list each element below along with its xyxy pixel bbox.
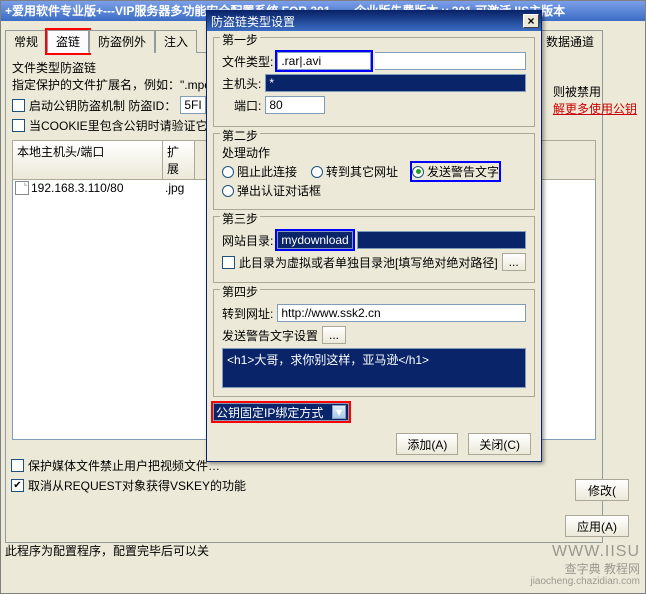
radio-popup[interactable]: 弹出认证对话框 — [222, 182, 321, 199]
chevron-down-icon: ▾ — [332, 405, 346, 419]
chk-media-label: 保护媒体文件禁止用户把视频文件… — [28, 457, 220, 474]
checkbox-icon — [11, 459, 24, 472]
port-input[interactable] — [265, 96, 325, 114]
row-host: 192.168.3.110/80 — [31, 181, 124, 195]
lbl-redirect: 转到网址: — [222, 305, 273, 322]
lbl-action: 处理动作 — [222, 144, 526, 161]
redirect-input[interactable] — [277, 304, 526, 322]
step3-label: 第三步 — [220, 210, 260, 227]
add-button[interactable]: 添加(A) — [396, 433, 458, 455]
tab-data[interactable]: 数据通道 — [537, 30, 603, 53]
step4-label: 第四步 — [220, 283, 260, 300]
dropdown-label: 公钥固定IP绑定方式 — [216, 404, 323, 421]
radio-block[interactable]: 阻止此连接 — [222, 163, 297, 180]
filetype-input[interactable] — [277, 52, 371, 70]
lbl-port: 端口: — [234, 97, 261, 114]
file-icon — [15, 181, 29, 195]
tab-exceptions[interactable]: 防盗例外 — [89, 30, 155, 53]
tab-hotlink[interactable]: 盗链 — [47, 30, 89, 53]
radio-warn[interactable]: 发送警告文字 — [412, 163, 499, 180]
hotlink-dialog: 防盗链类型设置 × 第一步 文件类型: 主机头: * 端口: 第二步 处理动作 … — [206, 10, 542, 462]
checkbox-icon — [12, 99, 25, 112]
close-icon[interactable]: × — [523, 14, 539, 28]
close-button[interactable]: 关闭(C) — [468, 433, 531, 455]
step3-group: 第三步 网站目录: mydownload 此目录为虚拟或者单独目录池[填写绝对绝… — [213, 216, 535, 283]
tab-general[interactable]: 常规 — [5, 30, 47, 53]
radio-icon — [311, 166, 323, 178]
warn-html-memo[interactable]: <h1>大哥，求你别这样，亚马逊</h1> — [222, 348, 526, 388]
chk-virtual[interactable]: 此目录为虚拟或者单独目录池[填写绝对绝对路径] ... — [222, 253, 526, 271]
webdir-input[interactable]: mydownload — [277, 231, 352, 249]
modify-button[interactable]: 修改( — [575, 479, 629, 501]
pubkey-id-input[interactable] — [180, 96, 206, 114]
bind-mode-dropdown[interactable]: 公钥固定IP绑定方式 ▾ — [213, 403, 349, 421]
browse-button[interactable]: ... — [502, 253, 526, 271]
chk-vskey-label: 取消从REQUEST对象获得VSKEY的功能 — [28, 477, 246, 494]
filetype-extend[interactable] — [375, 52, 526, 70]
apply-button[interactable]: 应用(A) — [565, 515, 629, 537]
checkbox-icon: ✔ — [11, 479, 24, 492]
lbl-host: 主机头: — [222, 75, 261, 92]
lbl-webdir: 网站目录: — [222, 232, 273, 249]
radio-icon — [222, 185, 234, 197]
host-input[interactable]: * — [265, 74, 526, 92]
tab-inject[interactable]: 注入 — [155, 30, 197, 53]
right-link[interactable]: 解更多使用公钥 — [553, 100, 639, 117]
step2-label: 第二步 — [220, 127, 260, 144]
radio-icon — [222, 166, 234, 178]
checkbox-icon — [222, 256, 235, 269]
dialog-titlebar[interactable]: 防盗链类型设置 × — [207, 11, 541, 31]
list-hdr-ext[interactable]: 扩展 — [163, 141, 195, 179]
row-ext: .jpg — [165, 181, 184, 195]
step1-label: 第一步 — [220, 31, 260, 48]
watermark: WWW.IISU 查字典 教程网 jiaocheng.chazidian.com — [530, 542, 640, 588]
checkbox-icon — [12, 119, 25, 132]
radio-redirect[interactable]: 转到其它网址 — [311, 163, 398, 180]
radio-icon — [412, 166, 424, 178]
lbl-filetype: 文件类型: — [222, 53, 273, 70]
right-column: 则被禁用 解更多使用公钥 — [553, 69, 639, 117]
step4-group: 第四步 转到网址: 发送警告文字设置 ... <h1>大哥，求你别这样，亚马逊<… — [213, 289, 535, 397]
webdir-extend[interactable] — [357, 231, 526, 249]
dialog-title: 防盗链类型设置 — [211, 13, 295, 30]
chk-vskey[interactable]: ✔ 取消从REQUEST对象获得VSKEY的功能 — [11, 477, 251, 494]
chk-pubkey-label: 启动公钥防盗机制 防盗ID： — [29, 97, 176, 114]
warntext-browse-button[interactable]: ... — [322, 326, 346, 344]
step2-group: 第二步 处理动作 阻止此连接 转到其它网址 发送警告文字 弹出认证对话框 — [213, 133, 535, 210]
right-banned: 则被禁用 — [553, 83, 639, 100]
footer-text: 此程序为配置程序，配置完毕后可以关 — [5, 542, 209, 559]
list-hdr-host[interactable]: 本地主机头/端口 — [13, 141, 163, 179]
chk-cookie-label: 当COOKIE里包含公钥时请验证它 — [29, 117, 208, 134]
chk-virtual-label: 此目录为虚拟或者单独目录池[填写绝对绝对路径] — [239, 254, 498, 271]
lbl-warntext: 发送警告文字设置 — [222, 327, 318, 344]
step1-group: 第一步 文件类型: 主机头: * 端口: — [213, 37, 535, 127]
